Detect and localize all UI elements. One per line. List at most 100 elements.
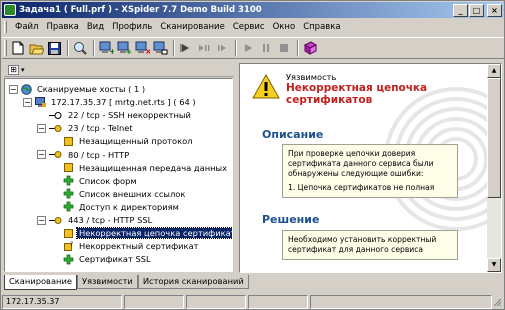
menu-grip[interactable] [4, 21, 7, 33]
tree-expander-icon[interactable]: − [37, 150, 46, 159]
title-bar[interactable]: Задача1 ( Full.prf ) - XSpider 7.7 Demo … [2, 2, 504, 18]
close-button[interactable]: × [487, 3, 502, 17]
add-hosts-icon[interactable]: ++ [116, 40, 132, 56]
tree-panel-header: ⊞ ▾ [4, 63, 234, 77]
tree-expander-icon[interactable]: − [9, 84, 18, 94]
tree-item[interactable]: − 80 / tcp - HTTP [37, 148, 131, 162]
menu-view[interactable]: Вид [83, 22, 108, 32]
scan-icon[interactable] [72, 40, 88, 56]
globe-icon [21, 83, 32, 95]
tree-item[interactable]: − Сканируемые хосты ( 1 ) [9, 82, 147, 96]
panel-dropdown-icon[interactable]: ▾ [21, 66, 25, 74]
tree-item[interactable]: Сертификат SSL [51, 252, 153, 266]
port-key-icon [49, 110, 63, 121]
menu-help[interactable]: Справка [299, 22, 344, 32]
tree-item[interactable]: Доступ к директориям [51, 200, 181, 214]
maximize-button[interactable]: □ [469, 3, 484, 17]
window-title: Задача1 ( Full.prf ) - XSpider 7.7 Demo … [19, 5, 262, 15]
detail-type-label: Уязвимость [286, 72, 337, 82]
description-text: При проверке цепочки доверия сертификата… [288, 149, 434, 178]
tree-item-label: 80 / tcp - HTTP [68, 149, 130, 160]
remove-host-icon[interactable]: × [134, 40, 150, 56]
tree-expander-icon[interactable]: − [37, 123, 46, 133]
menu-scan[interactable]: Сканирование [156, 22, 229, 32]
app-window: Задача1 ( Full.prf ) - XSpider 7.7 Demo … [0, 0, 505, 310]
add-host-icon[interactable]: + [98, 40, 114, 56]
tree-expander-icon[interactable]: − [23, 97, 32, 107]
tree-item-label: Список внешних ссылок [79, 188, 186, 199]
svg-text:+: + [109, 47, 114, 55]
scroll-up-button[interactable]: ▲ [487, 64, 501, 78]
tree-item[interactable]: Список форм [51, 174, 139, 188]
square-warn-icon [63, 162, 74, 173]
port-warn-icon [49, 215, 63, 226]
save-icon[interactable] [46, 40, 62, 56]
solution-text: Необходимо установить корректный сертифи… [288, 235, 437, 254]
status-bar: 172.17.35.37 [2, 295, 504, 309]
square-warn-icon [63, 136, 74, 147]
new-icon[interactable] [10, 40, 26, 56]
tab-2[interactable]: История сканирований [137, 275, 249, 289]
svg-text:?: ? [70, 241, 73, 248]
port-warn-icon [49, 123, 63, 134]
tree-item[interactable]: Список внешних ссылок [51, 187, 187, 201]
app-icon[interactable] [4, 4, 16, 16]
expand-all-button[interactable]: ⊞ [8, 64, 19, 75]
bottom-tabs: Сканирование Уязвимости История сканирован… [4, 275, 249, 290]
toolbar-separator [235, 40, 237, 56]
toolbar-grip[interactable] [4, 40, 7, 56]
status-panel-4 [248, 295, 308, 309]
tree-item[interactable]: 22 / tcp - SSH некорректный [37, 108, 193, 122]
info-plus-icon [63, 254, 74, 265]
pane-splitter[interactable] [234, 63, 238, 273]
tree-item[interactable]: ? Некорректный сертификат [51, 239, 201, 253]
minimize-button[interactable]: _ [453, 3, 468, 17]
hosts-tree[interactable]: − Сканируемые хосты ( 1 ) −172.17.35.37 [ … [4, 78, 233, 272]
tree-item[interactable]: Некорректная цепочка сертификатов [51, 226, 232, 240]
tree-item[interactable]: Незащищенный протокол [51, 134, 194, 148]
tab-1[interactable]: Уязвимости [76, 275, 138, 289]
tree-item-label: Незащищенная передача данных [79, 162, 228, 173]
svg-text:++: ++ [126, 48, 132, 55]
report-icon[interactable] [302, 40, 318, 56]
menu-edit[interactable]: Правка [42, 22, 82, 32]
skip-icon[interactable] [214, 40, 230, 56]
host-props-icon[interactable] [152, 40, 168, 56]
detail-title: Некорректная цепочка сертификатов [286, 82, 428, 106]
start-icon[interactable] [178, 40, 194, 56]
tree-item[interactable]: − 443 / tcp - HTTP SSL [37, 213, 154, 227]
tree-item-label: Список форм [79, 175, 137, 186]
status-panel-5 [310, 295, 492, 309]
menu-window[interactable]: Окно [269, 22, 300, 32]
tree-item-label: Доступ к директориям [79, 201, 179, 212]
detail-scrollbar[interactable]: ▲ ▼ [487, 64, 501, 272]
description-item: 1. Цепочка сертификатов не полная [288, 183, 435, 192]
tree-expander-icon[interactable]: − [37, 215, 46, 225]
menu-profile[interactable]: Профиль [108, 22, 156, 32]
svg-text:×: × [145, 47, 150, 55]
menu-file[interactable]: Файл [11, 22, 42, 32]
tree-item[interactable]: − 23 / tcp - Telnet [37, 121, 135, 135]
square-question-icon: ? [63, 241, 74, 252]
tree-item-label: Некорректный сертификат [79, 241, 199, 252]
menu-service[interactable]: Сервис [229, 22, 269, 32]
scroll-thumb[interactable] [487, 78, 501, 198]
tree-item[interactable]: Незащищенная передача данных [51, 161, 229, 175]
pause-icon[interactable] [258, 40, 274, 56]
toolbar: + ++ × [2, 37, 504, 59]
stop-icon[interactable] [276, 40, 292, 56]
tree-item-label: 172.17.35.37 [ mrtg.net.rts ] ( 64 ) [51, 97, 196, 108]
info-plus-icon [63, 188, 74, 199]
solution-box: Необходимо установить корректный сертифи… [282, 230, 458, 260]
menu-bar: Файл Правка Вид Профиль Сканирование Сер… [2, 19, 504, 35]
host-icon [35, 96, 46, 108]
tab-0[interactable]: Сканирование [4, 275, 77, 290]
status-panel-2 [124, 295, 184, 309]
open-icon[interactable] [28, 40, 44, 56]
step-icon[interactable] [196, 40, 212, 56]
scroll-down-button[interactable]: ▼ [487, 258, 501, 272]
warning-icon [252, 74, 280, 99]
tree-item[interactable]: − 172.17.35.37 [ mrtg.net.rts ] ( 64 ) [23, 95, 198, 109]
play-icon[interactable] [240, 40, 256, 56]
resize-grip-icon[interactable] [492, 297, 502, 307]
